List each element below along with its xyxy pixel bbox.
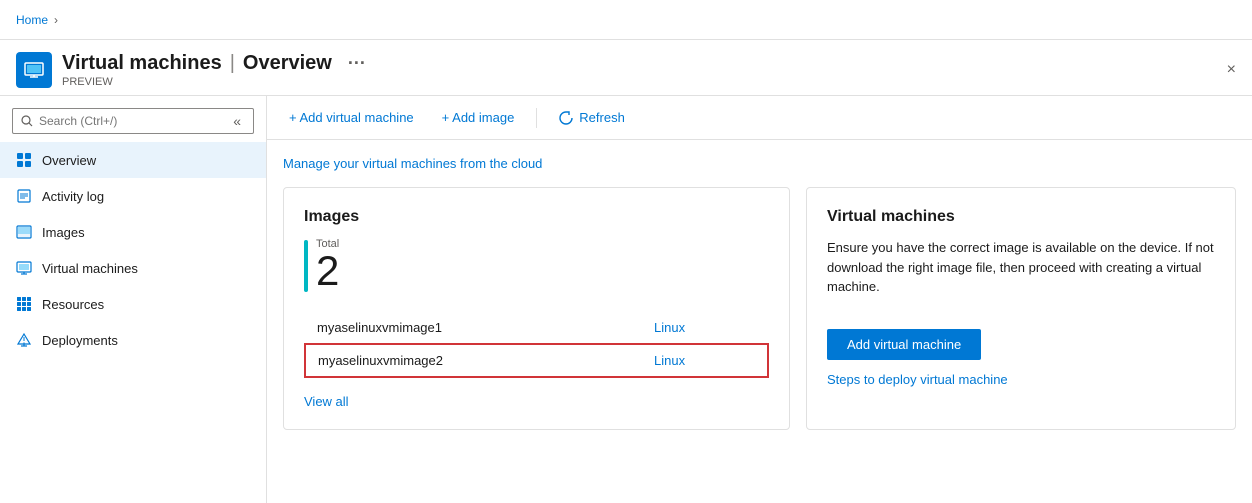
count-bar (304, 240, 308, 292)
sidebar-item-activity-log[interactable]: Activity log (0, 178, 266, 214)
add-virtual-machine-button[interactable]: + Add virtual machine (283, 106, 420, 129)
header-view-text: Overview (243, 52, 332, 75)
sidebar: « Overview Act (0, 96, 267, 503)
page-subtitle: Manage your virtual machines from the cl… (283, 156, 1236, 171)
images-icon (16, 224, 32, 240)
header-title: Virtual machines | Overview ··· (62, 52, 366, 75)
sidebar-item-overview[interactable]: Overview (0, 142, 266, 178)
sidebar-label-resources: Resources (42, 297, 104, 312)
sidebar-label-overview: Overview (42, 153, 96, 168)
header-subtitle: PREVIEW (62, 76, 366, 88)
virtual-machines-icon (16, 260, 32, 276)
header-title-block: Virtual machines | Overview ··· PREVIEW (62, 52, 366, 88)
image-type: Linux (642, 344, 768, 377)
refresh-label: Refresh (579, 110, 625, 125)
vm-card: Virtual machines Ensure you have the cor… (806, 187, 1236, 430)
cards-row: Images Total 2 myaselinuxvmimage1 Linux (283, 187, 1236, 430)
toolbar: + Add virtual machine + Add image Refres… (267, 96, 1252, 140)
count-block: Total 2 (316, 238, 339, 292)
header-separator: | (230, 52, 235, 75)
page-header: Virtual machines | Overview ··· PREVIEW … (0, 40, 1252, 96)
add-vm-button[interactable]: Add virtual machine (827, 329, 981, 360)
view-all-button[interactable]: View all (304, 394, 349, 409)
header-title-text: Virtual machines (62, 52, 222, 75)
sidebar-item-deployments[interactable]: Deployments (0, 322, 266, 358)
sidebar-item-virtual-machines[interactable]: Virtual machines (0, 250, 266, 286)
toolbar-divider (536, 108, 537, 128)
close-button[interactable]: × (1227, 61, 1236, 79)
total-count-row: Total 2 (304, 238, 769, 292)
sidebar-label-virtual-machines: Virtual machines (42, 261, 138, 276)
sidebar-label-deployments: Deployments (42, 333, 118, 348)
sidebar-label-images: Images (42, 225, 85, 240)
images-card-title: Images (304, 208, 769, 226)
main-layout: « Overview Act (0, 96, 1252, 503)
sidebar-label-activity-log: Activity log (42, 189, 104, 204)
page-icon (16, 52, 52, 88)
breadcrumb-bar: Home › (0, 0, 1252, 40)
collapse-sidebar-button[interactable]: « (229, 113, 245, 129)
header-more-button[interactable]: ··· (348, 53, 366, 74)
overview-icon (16, 152, 32, 168)
add-image-button[interactable]: + Add image (436, 106, 521, 129)
total-count: 2 (316, 250, 339, 292)
image-list: myaselinuxvmimage1 Linux myaselinuxvmima… (304, 312, 769, 378)
content-area: + Add virtual machine + Add image Refres… (267, 96, 1252, 503)
table-row-highlighted[interactable]: myaselinuxvmimage2 Linux (305, 344, 768, 377)
image-name: myaselinuxvmimage2 (305, 344, 642, 377)
images-card: Images Total 2 myaselinuxvmimage1 Linux (283, 187, 790, 430)
search-box[interactable]: « (12, 108, 254, 134)
vm-description: Ensure you have the correct image is ava… (827, 238, 1215, 297)
refresh-icon (559, 111, 573, 125)
content-body: Manage your virtual machines from the cl… (267, 140, 1252, 446)
vm-icon (24, 60, 44, 80)
deployments-icon (16, 332, 32, 348)
resources-icon (16, 296, 32, 312)
breadcrumb-home[interactable]: Home (16, 13, 48, 27)
refresh-button[interactable]: Refresh (553, 106, 631, 129)
breadcrumb: Home › (16, 13, 58, 27)
search-input[interactable] (39, 114, 223, 128)
sidebar-item-images[interactable]: Images (0, 214, 266, 250)
steps-to-deploy-link[interactable]: Steps to deploy virtual machine (827, 372, 1008, 387)
table-row[interactable]: myaselinuxvmimage1 Linux (305, 312, 768, 344)
sidebar-item-resources[interactable]: Resources (0, 286, 266, 322)
image-type: Linux (642, 312, 768, 344)
breadcrumb-separator: › (54, 13, 58, 27)
activity-log-icon (16, 188, 32, 204)
vm-card-title: Virtual machines (827, 208, 1215, 226)
image-name: myaselinuxvmimage1 (305, 312, 642, 344)
search-icon (21, 115, 33, 127)
